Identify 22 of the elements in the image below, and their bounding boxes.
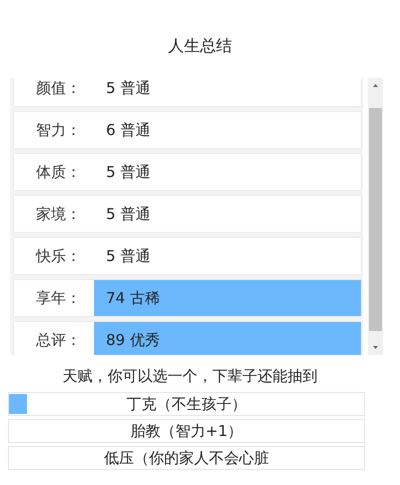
stat-value: 5 普通 bbox=[94, 78, 361, 106]
talent-option[interactable]: 胎教（智力+1） bbox=[8, 419, 365, 443]
stat-label: 快乐： bbox=[34, 246, 82, 266]
stat-label: 总评： bbox=[35, 330, 82, 350]
stat-label: 享年： bbox=[35, 288, 82, 308]
page-title: 人生总结 bbox=[167, 36, 233, 57]
stat-label: 体质： bbox=[35, 162, 82, 182]
talent-option[interactable]: 丁克（不生孩子） bbox=[8, 392, 365, 416]
stat-value: 5 普通 bbox=[94, 238, 361, 274]
stat-value: 89 优秀 bbox=[94, 322, 361, 355]
talent-option[interactable]: 低压（你的家人不会心脏 bbox=[8, 446, 365, 470]
talent-heading: 天赋，你可以选一个，下辈子还能抽到 bbox=[62, 367, 318, 386]
scroll-thumb[interactable] bbox=[369, 108, 382, 331]
stat-value: 5 普通 bbox=[94, 196, 361, 232]
selection-marker bbox=[9, 394, 27, 414]
stat-value: 74 古稀 bbox=[94, 280, 361, 316]
stat-label: 颜值： bbox=[35, 78, 82, 98]
stat-label: 智力： bbox=[35, 120, 82, 140]
scrollbar[interactable] bbox=[368, 78, 383, 355]
stat-value: 6 普通 bbox=[94, 112, 361, 148]
stat-label: 家境： bbox=[35, 204, 82, 224]
stat-value: 5 普通 bbox=[94, 154, 361, 190]
